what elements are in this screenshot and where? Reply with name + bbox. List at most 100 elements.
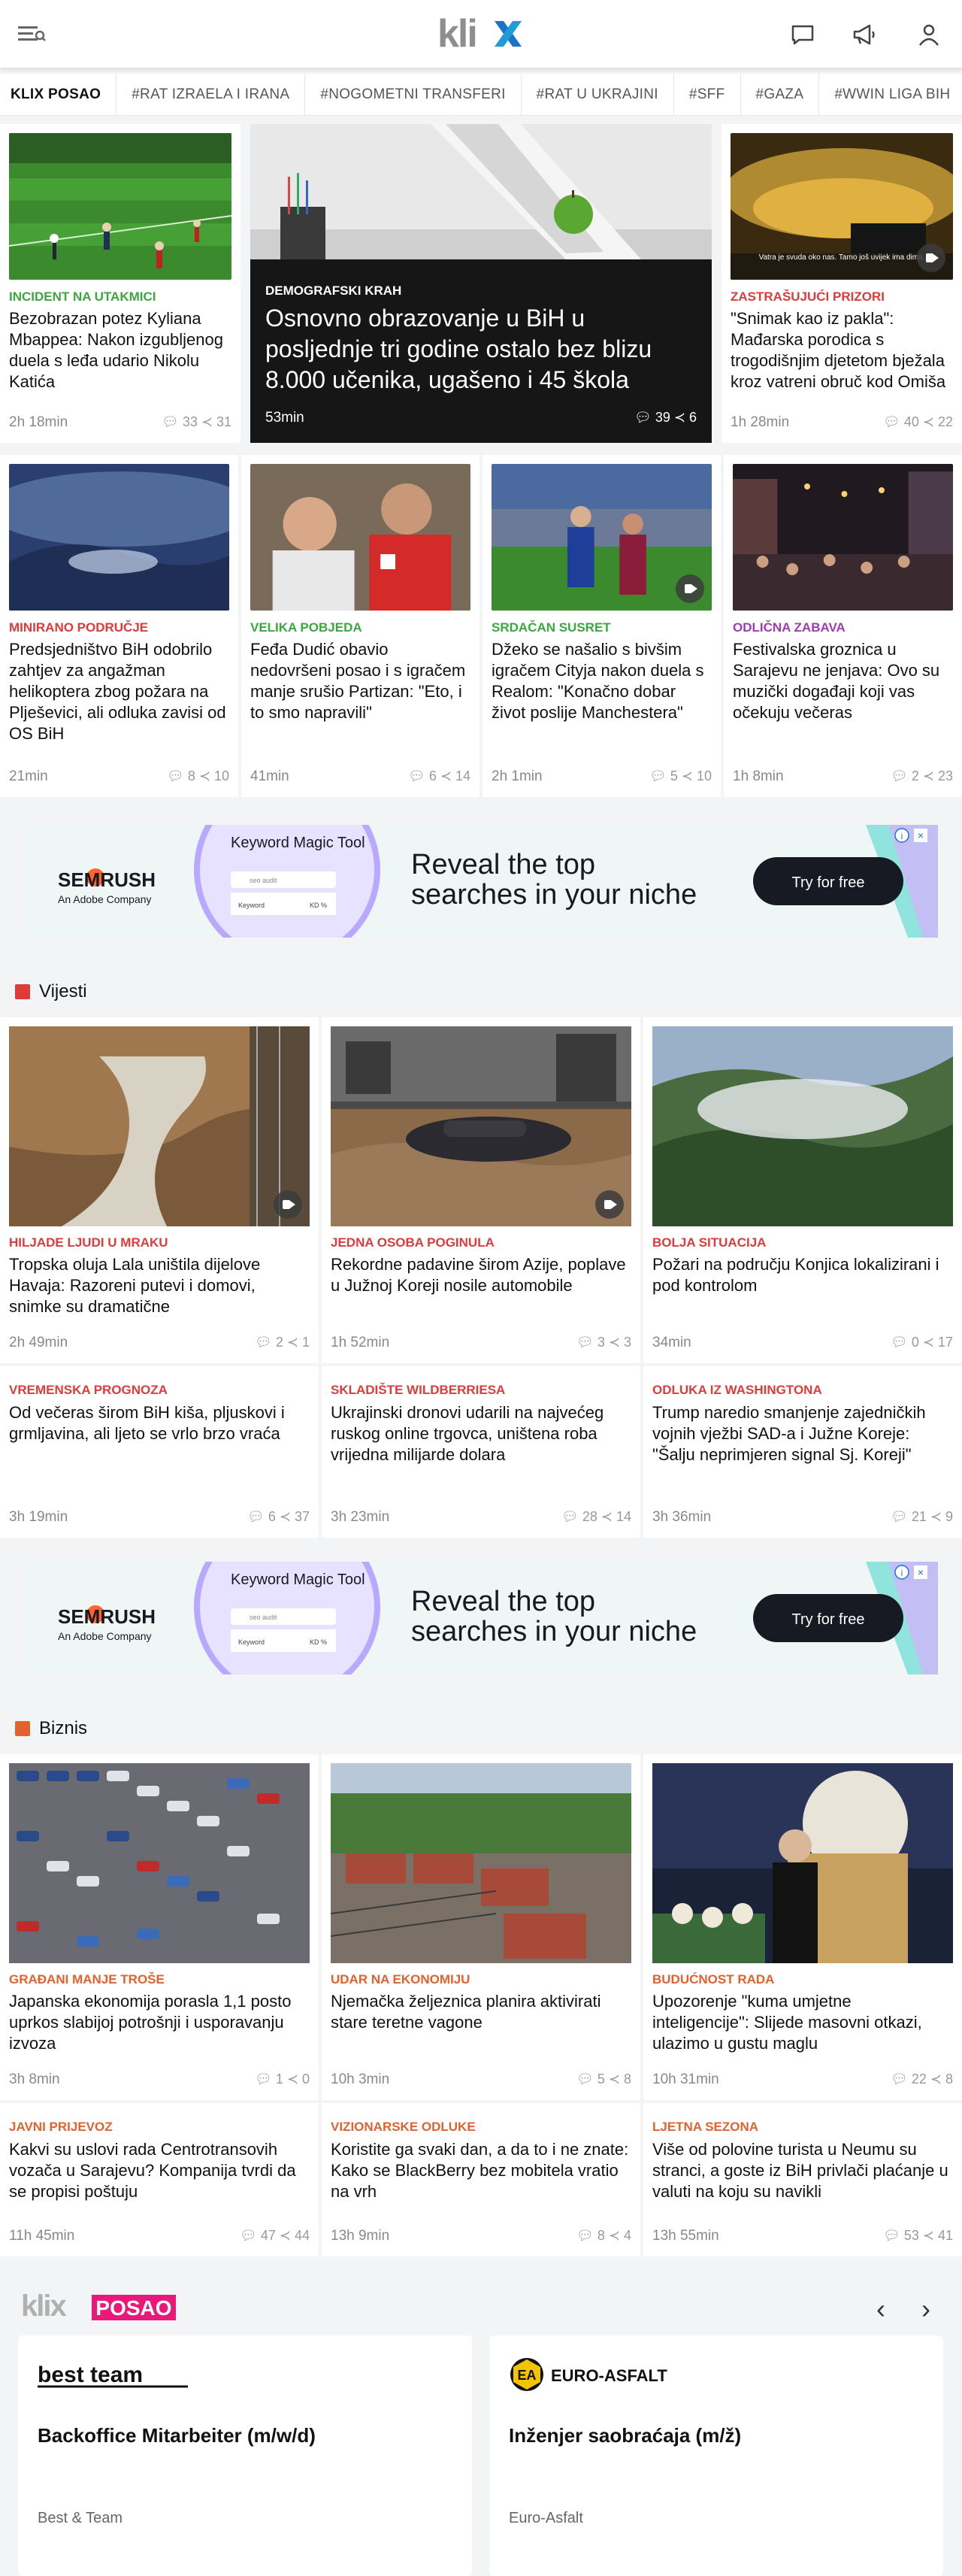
article-card[interactable]: Incident na utakmici Bezobrazan potez Ky… xyxy=(0,124,240,443)
menu-icon[interactable] xyxy=(17,22,47,46)
carousel-prev-button[interactable]: ‹ xyxy=(876,2293,885,2325)
article-category: Udar na ekonomiju xyxy=(331,1972,470,1987)
share-icon: ≺ xyxy=(440,768,455,783)
article-card[interactable]: Ljetna sezona Više od polovine turista u… xyxy=(643,2103,962,2256)
job-title[interactable]: Inženjer saobraćaja (m/ž) xyxy=(509,2424,741,2447)
comment-icon: 💬︎ xyxy=(890,1509,912,1524)
comment-icon: 💬︎ xyxy=(882,2228,904,2243)
article-title[interactable]: Predsjedništvo BiH odobrilo zahtjev za a… xyxy=(9,639,228,744)
tag-item[interactable]: #NOGOMETNI TRANSFERI xyxy=(305,74,522,115)
job-card[interactable]: EA EURO-ASFALT Inženjer saobraćaja (m/ž) … xyxy=(489,2335,943,2576)
tag-item[interactable]: #RAT IZRAELA I IRANA xyxy=(116,74,306,115)
svg-text:i: i xyxy=(901,831,903,841)
svg-text:EA: EA xyxy=(517,2368,536,2383)
hero-article[interactable]: Demografski krah Osnovno obrazovanje u B… xyxy=(250,124,712,443)
advertisement-banner[interactable]: SEMRUSH An Adobe Company Keyword Magic T… xyxy=(24,825,938,938)
section-title-biznis[interactable]: Biznis xyxy=(15,1717,87,1740)
video-icon xyxy=(274,1190,302,1219)
article-meta: 13h 55min 💬︎ 53 ≺ 41 xyxy=(652,2228,953,2244)
article-category: Bolja situacija xyxy=(652,1235,767,1250)
article-card[interactable]: Bolja situacija Požari na području Konji… xyxy=(643,1017,962,1363)
article-meta: 13h 9min 💬︎ 8 ≺ 4 xyxy=(331,2228,631,2244)
advertisement-banner[interactable]: SEMRUSH An Adobe Company Keyword Magic T… xyxy=(24,1562,938,1674)
section-marker xyxy=(15,984,30,999)
ad-brand-sub: An Adobe Company xyxy=(58,893,152,905)
ad-headline-2: searches in your niche xyxy=(411,879,697,911)
article-meta: 10h 3min 💬︎ 5 ≺ 8 xyxy=(331,2071,631,2088)
article-title[interactable]: Upozorenje "kuma umjetne inteligencije":… xyxy=(652,1991,951,2054)
section-title-vijesti[interactable]: Vijesti xyxy=(15,980,87,1003)
article-title[interactable]: Požari na području Konjica lokalizirani … xyxy=(652,1254,951,1296)
article-title[interactable]: Koristite ga svaki dan, a da to i ne zna… xyxy=(331,2139,630,2202)
chat-icon[interactable] xyxy=(789,21,816,48)
article-card[interactable]: Odlična zabava Festivalska groznica u Sa… xyxy=(724,455,962,797)
megaphone-icon[interactable] xyxy=(851,21,878,48)
ad-brand: SEMRUSH xyxy=(58,1605,156,1628)
klix-logo[interactable]: kli xyxy=(436,9,526,56)
job-title[interactable]: Backoffice Mitarbeiter (m/w/d) xyxy=(38,2424,316,2447)
article-title[interactable]: Ukrajinski dronovi udarili na najvećeg r… xyxy=(331,1402,630,1465)
tag-item[interactable]: #RAT U UKRAJINI xyxy=(522,74,674,115)
article-title[interactable]: Tropska oluja Lala uništila dijelove Hav… xyxy=(9,1254,308,1317)
article-card[interactable]: Skladište Wildberriesa Ukrajinski dronov… xyxy=(322,1366,640,1538)
article-card[interactable]: Jedna osoba poginula Rekordne padavine š… xyxy=(322,1017,640,1363)
user-icon[interactable] xyxy=(915,21,942,48)
klix-posao-logo[interactable]: klix POSAO xyxy=(21,2290,186,2323)
article-title[interactable]: Osnovno obrazovanje u BiH u posljednje t… xyxy=(265,303,694,395)
article-stats: 💬︎ 21 ≺ 9 xyxy=(890,1509,953,1524)
article-card[interactable]: Odluka iz Washingtona Trump naredio sman… xyxy=(643,1366,962,1538)
article-title[interactable]: Kakvi su uslovi rada Centrotransovih voz… xyxy=(9,2139,308,2202)
article-title[interactable]: Više od polovine turista u Neumu su stra… xyxy=(652,2139,951,2202)
article-stats: 💬︎ 40 ≺ 22 xyxy=(882,414,953,429)
article-category: Skladište Wildberriesa xyxy=(331,1383,506,1397)
tag-item[interactable]: #SFF xyxy=(674,74,741,115)
ad-tool-field: seo audit xyxy=(250,877,277,884)
article-title[interactable]: "Snimak kao iz pakla": Mađarska porodica… xyxy=(731,308,951,392)
article-category: Javni prijevoz xyxy=(9,2120,113,2134)
article-meta: 2h 49min 💬︎ 2 ≺ 1 xyxy=(9,1335,310,1351)
article-stats: 💬︎ 2 ≺ 23 xyxy=(890,768,953,783)
comment-icon: 💬︎ xyxy=(890,768,912,783)
article-title[interactable]: Od večeras širom BiH kiša, pljuskovi i g… xyxy=(9,1402,308,1444)
tag-item[interactable]: #WWIN LIGA BIH xyxy=(819,74,962,115)
tag-item[interactable]: #GAZA xyxy=(741,74,820,115)
article-card[interactable]: Hiljade ljudi u mraku Tropska oluja Lala… xyxy=(0,1017,319,1363)
article-title[interactable]: Japanska ekonomija porasla 1,1 posto upr… xyxy=(9,1991,308,2054)
site-header: kli xyxy=(0,0,962,68)
carousel-next-button[interactable]: › xyxy=(921,2293,930,2325)
article-title[interactable]: Feđa Dudić obavio nedovršeni posao i s i… xyxy=(250,639,469,723)
article-image xyxy=(9,1763,310,1963)
article-stats: 💬︎ 8 ≺ 10 xyxy=(166,768,229,783)
article-card[interactable]: Vatra je svuda oko nas. Tamo još uvijek … xyxy=(722,124,962,443)
job-card[interactable]: best team Backoffice Mitarbeiter (m/w/d)… xyxy=(18,2335,472,2576)
article-title[interactable]: Bezobrazan potez Kyliana Mbappea: Nakon … xyxy=(9,308,230,392)
article-card[interactable]: Minirano područje Predsjedništvo BiH odo… xyxy=(0,455,238,797)
ad-tool-title: Keyword Magic Tool xyxy=(231,1571,365,1588)
article-card[interactable]: Srdačan susret Džeko se našalio s bivšim… xyxy=(483,455,721,797)
article-time: 3h 23min xyxy=(331,1509,390,1525)
ad-tool-keyword: Keyword xyxy=(238,1638,265,1646)
article-category: Građani manje troše xyxy=(9,1972,165,1987)
article-card[interactable]: Građani manje troše Japanska ekonomija p… xyxy=(0,1754,319,2100)
article-card[interactable]: Vremenska prognoza Od večeras širom BiH … xyxy=(0,1366,319,1538)
article-card[interactable]: Velika pobjeda Feđa Dudić obavio nedovrš… xyxy=(241,455,479,797)
article-category: Odlična zabava xyxy=(733,620,846,635)
article-title[interactable]: Njemačka željeznica planira aktivirati s… xyxy=(331,1991,630,2033)
article-card[interactable]: Udar na ekonomiju Njemačka željeznica pl… xyxy=(322,1754,640,2100)
tag-item[interactable]: KLIX POSAO xyxy=(0,74,117,115)
article-time: 41min xyxy=(250,768,289,784)
svg-text:×: × xyxy=(918,829,924,841)
article-title[interactable]: Trump naredio smanjenje zajedničkih vojn… xyxy=(652,1402,951,1465)
article-title[interactable]: Rekordne padavine širom Azije, poplave u… xyxy=(331,1254,630,1296)
article-meta: 2h 18min 💬︎ 33 ≺ 31 xyxy=(9,414,231,431)
ad-tool-kd: KD % xyxy=(310,1638,327,1646)
ad-headline-1: Reveal the top xyxy=(411,849,595,880)
article-time: 1h 8min xyxy=(733,768,784,784)
article-title[interactable]: Džeko se našalio s bivšim igračem Cityja… xyxy=(492,639,710,723)
article-time: 10h 31min xyxy=(652,2071,719,2087)
article-title[interactable]: Festivalska groznica u Sarajevu ne jenja… xyxy=(733,639,951,723)
article-card[interactable]: Javni prijevoz Kakvi su uslovi rada Cent… xyxy=(0,2103,319,2256)
article-card[interactable]: Vizionarske odluke Koristite ga svaki da… xyxy=(322,2103,640,2256)
article-card[interactable]: Budućnost rada Upozorenje "kuma umjetne … xyxy=(643,1754,962,2100)
comment-icon: 💬︎ xyxy=(255,2071,276,2087)
